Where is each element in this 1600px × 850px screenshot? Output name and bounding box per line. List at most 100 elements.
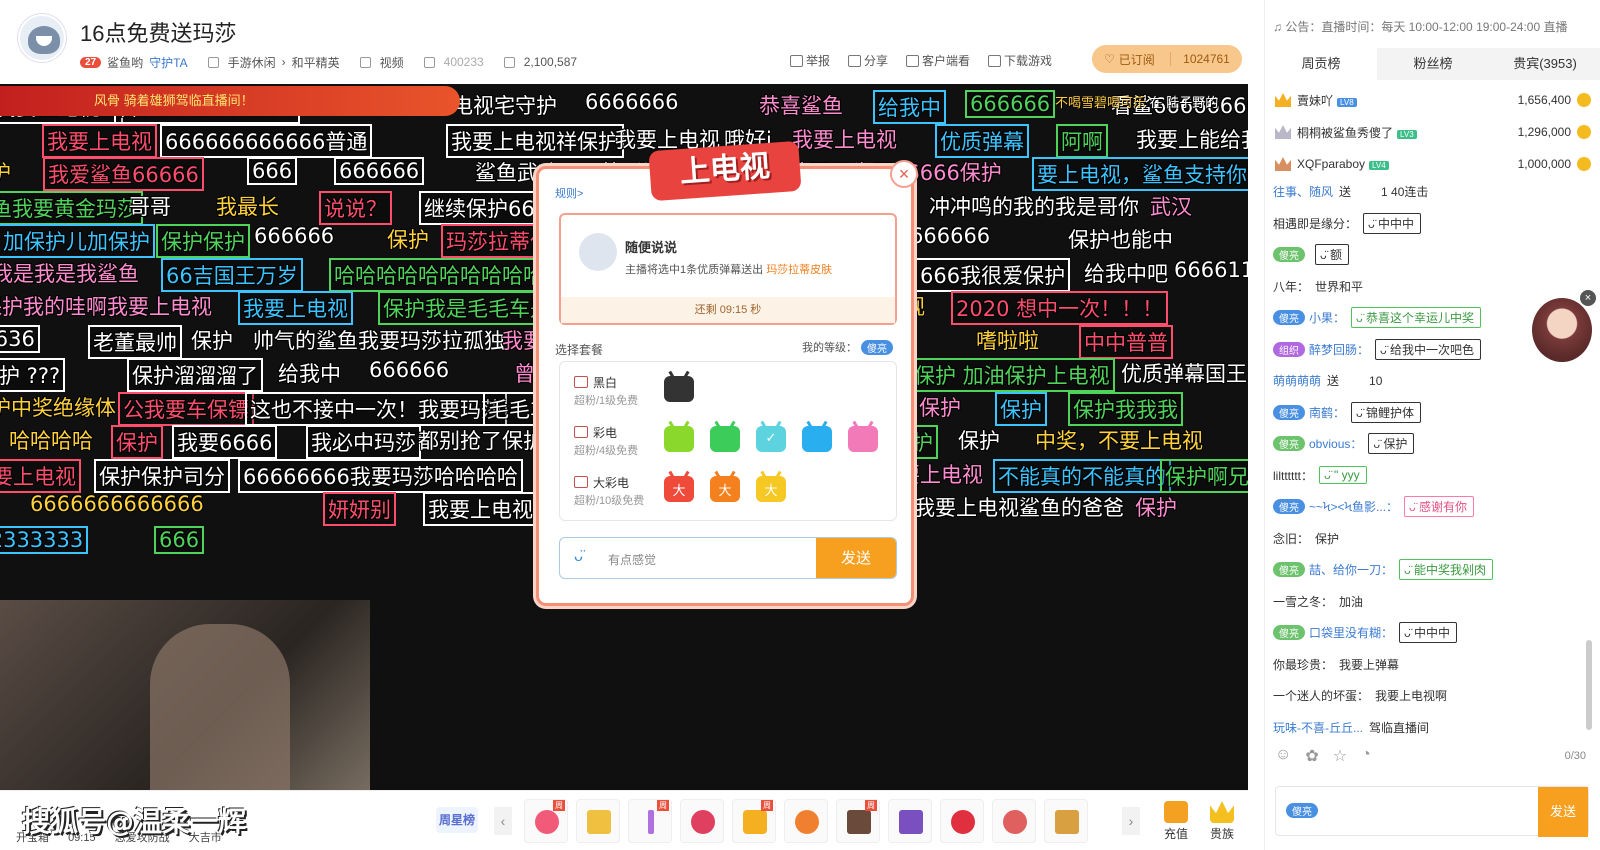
chat-text: 保护 — [1315, 531, 1340, 546]
gift-potion[interactable] — [680, 799, 724, 843]
category-link[interactable]: 手游休闲 — [228, 54, 276, 71]
recharge-button[interactable]: 充值 — [1156, 801, 1196, 842]
tab-vip[interactable]: 贵宾(3953) — [1489, 48, 1600, 80]
chat-message: 一个迷人的坏蛋： 我要上电视啊 — [1273, 680, 1591, 712]
rank-row[interactable]: 賣妹吖 LV8 1,656,400 — [1265, 84, 1600, 116]
chat-username[interactable]: ~~Ϟ><Ϟ鱼影...： — [1309, 498, 1398, 515]
gift-car[interactable] — [940, 799, 984, 843]
tv-green-option[interactable] — [710, 426, 740, 452]
gift-fries[interactable] — [576, 799, 620, 843]
tab-weekly[interactable]: 周贡榜 — [1265, 48, 1377, 80]
gift-cake[interactable] — [784, 799, 828, 843]
chat-username[interactable]: 相遇即是缘分： — [1273, 215, 1357, 232]
streamer-name[interactable]: 鲨鱼哟 — [107, 54, 143, 71]
chat-username[interactable]: 小果： — [1309, 309, 1345, 326]
chat-username[interactable]: 八年： — [1273, 278, 1309, 295]
chat-username[interactable]: 念旧： — [1273, 530, 1309, 547]
close-icon[interactable]: × — [890, 160, 918, 188]
chat-username[interactable]: 玩味-不喜-丘丘... — [1273, 719, 1363, 736]
subcategory-link[interactable]: 和平精英 — [292, 54, 340, 71]
download-label: 下载游戏 — [1004, 54, 1053, 68]
chat-username[interactable]: 喆、给你一刀： — [1309, 561, 1393, 578]
gift-notice: 不喝雪碧喝可乐 在 陆子野的 — [1055, 92, 1218, 111]
video-link[interactable]: 视频 — [380, 54, 404, 71]
danmu-item: 哥哥 — [129, 194, 171, 219]
gift-prev-arrow[interactable]: ‹ — [494, 807, 512, 835]
guard-link[interactable]: 守护TA — [149, 54, 187, 71]
recharge-label: 充值 — [1163, 827, 1188, 841]
rank-row[interactable]: 桐桐被鲨鱼秀傻了 LV3 1,296,000 — [1265, 116, 1600, 148]
send-button[interactable]: 发送 — [816, 538, 896, 578]
danmu-item: 保护保护司分 — [94, 458, 230, 493]
chat-username[interactable]: 一个迷人的坏蛋： — [1273, 687, 1369, 704]
chat-username[interactable]: 萌萌萌萌 — [1273, 372, 1321, 389]
share-button[interactable]: 分享 — [848, 52, 888, 69]
gift-wand[interactable]: 周 — [628, 799, 672, 843]
chat-username[interactable]: liltttttt： — [1273, 467, 1313, 484]
danmu-item: 我要上电视祥保护 — [446, 123, 624, 158]
tv-pink-option[interactable] — [848, 426, 878, 452]
tv-blue-option[interactable] — [802, 426, 832, 452]
chat-danmu-box: ᴗ̈ 中中中 — [1363, 212, 1422, 234]
gift-book[interactable] — [888, 799, 932, 843]
gift-chest[interactable] — [1044, 799, 1088, 843]
chat-username[interactable]: 你最珍贵： — [1273, 656, 1333, 673]
effect-icon[interactable]: ◔ — [1361, 746, 1371, 766]
tv-big-orange-option[interactable]: 大 — [710, 476, 740, 502]
chat-message: liltttttt： ᴗ̈ " yyy — [1273, 460, 1591, 492]
gift-rocket[interactable] — [992, 799, 1036, 843]
danmu-item: 我要上电视鲨鱼的爸爸 — [914, 496, 1124, 520]
chat-send-button[interactable]: 发送 — [1538, 787, 1588, 837]
emoji-icon[interactable]: ☺ — [1275, 746, 1291, 766]
gift-shield[interactable]: 周 — [836, 799, 880, 843]
gift-next-arrow[interactable]: › — [1122, 807, 1140, 835]
danmu-input[interactable]: 有点感觉 — [608, 551, 656, 568]
tab-fans[interactable]: 粉丝榜 — [1377, 48, 1489, 80]
package-name: 彩电 — [574, 424, 617, 441]
chat-username[interactable]: 口袋里没有糊： — [1309, 624, 1393, 641]
danmu-item: 阿啊 — [1056, 123, 1108, 158]
danmu-item: 保护也能中 — [1068, 228, 1173, 252]
tv-big-red-option[interactable]: 大 — [664, 476, 694, 502]
chat-username[interactable]: 南鹤： — [1309, 404, 1345, 421]
client-button[interactable]: 客户端看 — [906, 52, 970, 69]
chat-username[interactable]: obvious： — [1309, 435, 1362, 452]
chat-scrollbar[interactable] — [1586, 640, 1592, 730]
char-counter: 0/30 — [1564, 750, 1586, 762]
danmu-item: 我爱鲨鱼66666 — [43, 157, 204, 191]
client-label: 客户端看 — [922, 54, 971, 68]
gift-heart[interactable]: 周 — [524, 799, 568, 843]
report-button[interactable]: 举报 — [790, 52, 830, 69]
paw-icon[interactable]: ✿ — [1305, 746, 1318, 766]
weekly-star-button[interactable]: 周星榜 — [436, 807, 478, 833]
announcement-text: 公告：直播时间：每天 10:00-12:00 19:00-24:00 直播 — [1285, 20, 1568, 34]
subscribe-label: 已订阅 — [1118, 52, 1155, 67]
chat-input[interactable]: 傻亮 发送 — [1275, 786, 1589, 837]
floating-ad[interactable] — [1532, 298, 1592, 362]
download-button[interactable]: 下载游戏 — [988, 52, 1052, 69]
rules-link[interactable]: 规则> — [555, 185, 583, 201]
streamer-avatar[interactable] — [18, 14, 66, 62]
noble-button[interactable]: 贵族 — [1202, 801, 1242, 842]
chat-username[interactable]: 醉梦回肠： — [1309, 341, 1369, 358]
subscribe-button[interactable]: ♡ 已订阅 1024761 — [1092, 45, 1242, 73]
star-icon[interactable]: ☆ — [1333, 746, 1347, 766]
danmu-item: 中奖，不要上电视 — [1035, 429, 1203, 453]
chat-text: 加油 — [1339, 594, 1364, 609]
tv-cyan-option[interactable]: ✓ — [756, 426, 786, 452]
chat-username[interactable]: 往事、随风 — [1273, 183, 1333, 200]
bell-icon: ♫ — [1273, 20, 1286, 34]
close-icon[interactable]: × — [1580, 290, 1596, 306]
chat-username[interactable]: 一雪之冬： — [1273, 593, 1333, 610]
danmu-item: 我要上电视 — [0, 458, 81, 493]
chat-panel: ♫ 公告：直播时间：每天 10:00-12:00 19:00-24:00 直播 … — [1264, 0, 1600, 850]
danmu-item: 我要上电视 — [238, 291, 353, 325]
chat-text: 送 — [1327, 374, 1340, 389]
tv-lime-option[interactable] — [664, 426, 694, 452]
tv-black-option[interactable] — [664, 376, 694, 402]
danmu-item: 我要6666 — [172, 425, 278, 459]
tv-big-yellow-option[interactable]: 大 — [756, 476, 786, 502]
play-icon — [207, 56, 219, 68]
emoji-icon[interactable]: ᴗ̈ — [574, 548, 583, 566]
gift-trophy[interactable]: 周 — [732, 799, 776, 843]
